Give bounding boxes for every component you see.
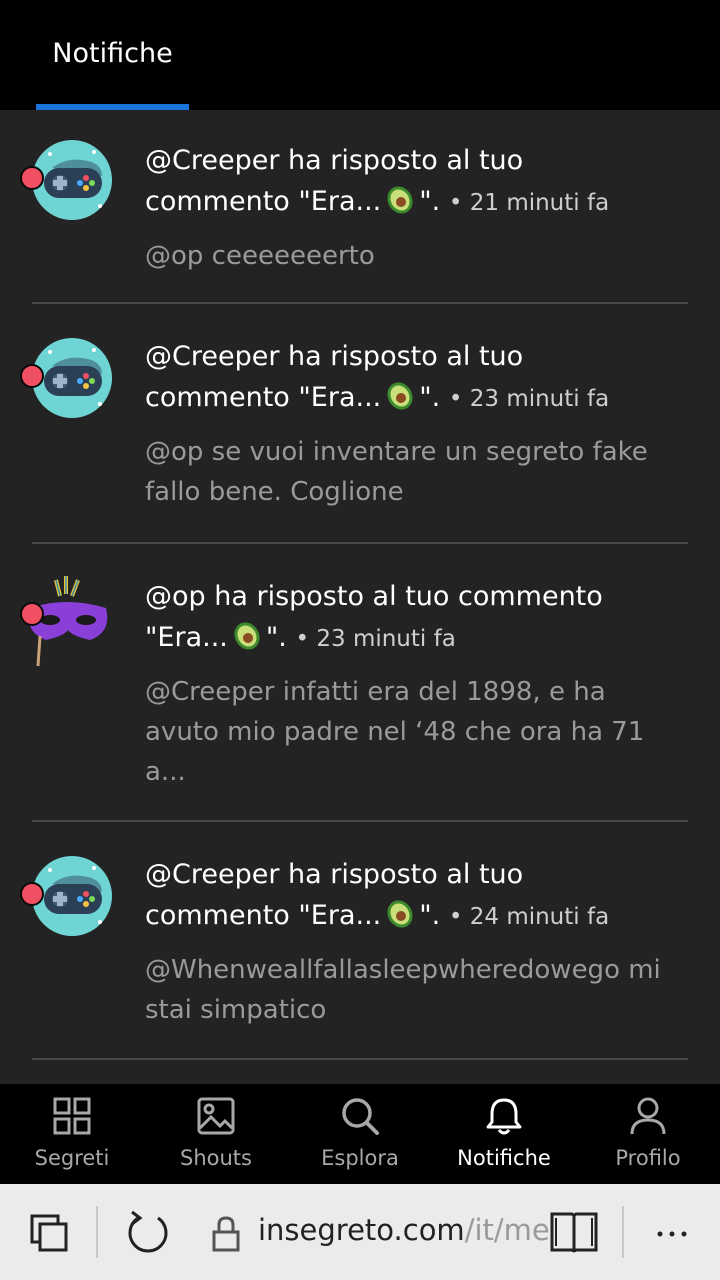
nav-label: Profilo: [615, 1146, 681, 1170]
notification-title: @Creeper ha risposto al tuo commento "Er…: [145, 140, 675, 228]
nav-item-segreti[interactable]: Segreti: [0, 1084, 144, 1184]
search-icon: [342, 1098, 379, 1135]
nav-label: Notifiche: [457, 1146, 551, 1170]
gamepad-avatar[interactable]: [20, 336, 114, 430]
notification-time: • 23 minuti fa: [448, 386, 610, 412]
bell-icon: [486, 1098, 522, 1135]
notification-list[interactable]: @Creeper ha risposto al tuo commento "Er…: [0, 110, 720, 1084]
notification-preview: @Creeper infatti era del 1898, e ha avut…: [145, 677, 645, 787]
gamepad-avatar[interactable]: [20, 138, 114, 232]
reading-view-button[interactable]: [542, 1184, 606, 1280]
url-text: insegreto.com/it/me: [258, 1213, 550, 1247]
notification-title-suffix: ".: [419, 900, 441, 931]
tabs-button[interactable]: [14, 1184, 86, 1280]
notification-preview: @op se vuoi inventare un segreto fake fa…: [145, 437, 648, 507]
nav-label: Esplora: [321, 1146, 399, 1170]
unread-indicator: [20, 602, 44, 626]
nav-item-notifiche[interactable]: Notifiche: [432, 1084, 576, 1184]
tab-notifiche-label: Notifiche: [52, 38, 173, 69]
notification-preview: @Whenweallfallasleepwheredowego mi stai …: [145, 955, 661, 1025]
nav-label: Segreti: [34, 1146, 110, 1170]
avocado-icon: [383, 378, 417, 424]
avocado-icon: [383, 896, 417, 942]
separator: [96, 1206, 98, 1258]
separator: [622, 1206, 624, 1258]
more-button[interactable]: [640, 1184, 704, 1280]
grid-icon: [53, 1097, 91, 1135]
nav-item-esplora[interactable]: Esplora: [288, 1084, 432, 1184]
notification-time: • 21 minuti fa: [448, 190, 610, 216]
avocado-icon: [230, 618, 264, 664]
notification-item[interactable]: @Creeper ha risposto al tuo commento "Er…: [0, 304, 720, 542]
avocado-icon: [383, 182, 417, 228]
unread-indicator: [20, 166, 44, 190]
top-bar: Notifiche: [0, 0, 720, 110]
address-bar[interactable]: insegreto.com/it/me: [200, 1184, 550, 1280]
notification-title: @op ha risposto al tuo commento "Era... "…: [145, 576, 675, 664]
notification-time: • 24 minuti fa: [448, 904, 610, 930]
notification-preview: @op ceeeeeeerto: [145, 241, 375, 271]
reload-button[interactable]: [110, 1184, 182, 1280]
unread-indicator: [20, 364, 44, 388]
nav-item-shouts[interactable]: Shouts: [144, 1084, 288, 1184]
nav-label: Shouts: [180, 1146, 252, 1170]
notification-title-suffix: ".: [265, 622, 287, 653]
unread-indicator: [20, 882, 44, 906]
more-icon: [657, 1231, 687, 1237]
image-icon: [197, 1097, 235, 1135]
browser-toolbar: insegreto.com/it/me: [0, 1184, 720, 1280]
notification-title-suffix: ".: [419, 382, 441, 413]
gamepad-avatar[interactable]: [20, 854, 114, 948]
notification-item[interactable]: @Creeper ha risposto al tuo commento "Er…: [0, 822, 720, 1060]
notification-title: @Creeper ha risposto al tuo commento "Er…: [145, 336, 675, 424]
url-domain: insegreto.com: [258, 1213, 465, 1247]
bottom-nav: Segreti Shouts Esplora Notifiche Profilo: [0, 1084, 720, 1184]
url-path: /it/me: [464, 1213, 550, 1247]
mask-avatar[interactable]: [20, 574, 114, 668]
lock-icon: [212, 1216, 240, 1252]
user-icon: [630, 1097, 666, 1135]
notification-item[interactable]: @Creeper ha risposto al tuo commento "Er…: [0, 110, 720, 304]
notification-item[interactable]: @op ha risposto al tuo commento "Era... "…: [0, 544, 720, 822]
book-icon: [550, 1212, 598, 1253]
notification-title: @Creeper ha risposto al tuo commento "Er…: [145, 854, 675, 942]
nav-item-profilo[interactable]: Profilo: [576, 1084, 720, 1184]
tab-notifiche[interactable]: Notifiche: [36, 0, 189, 110]
divider: [32, 1058, 688, 1060]
notification-title-suffix: ".: [419, 186, 441, 217]
tabs-icon: [30, 1214, 68, 1252]
notification-time: • 23 minuti fa: [295, 626, 456, 652]
reload-icon: [128, 1210, 168, 1253]
